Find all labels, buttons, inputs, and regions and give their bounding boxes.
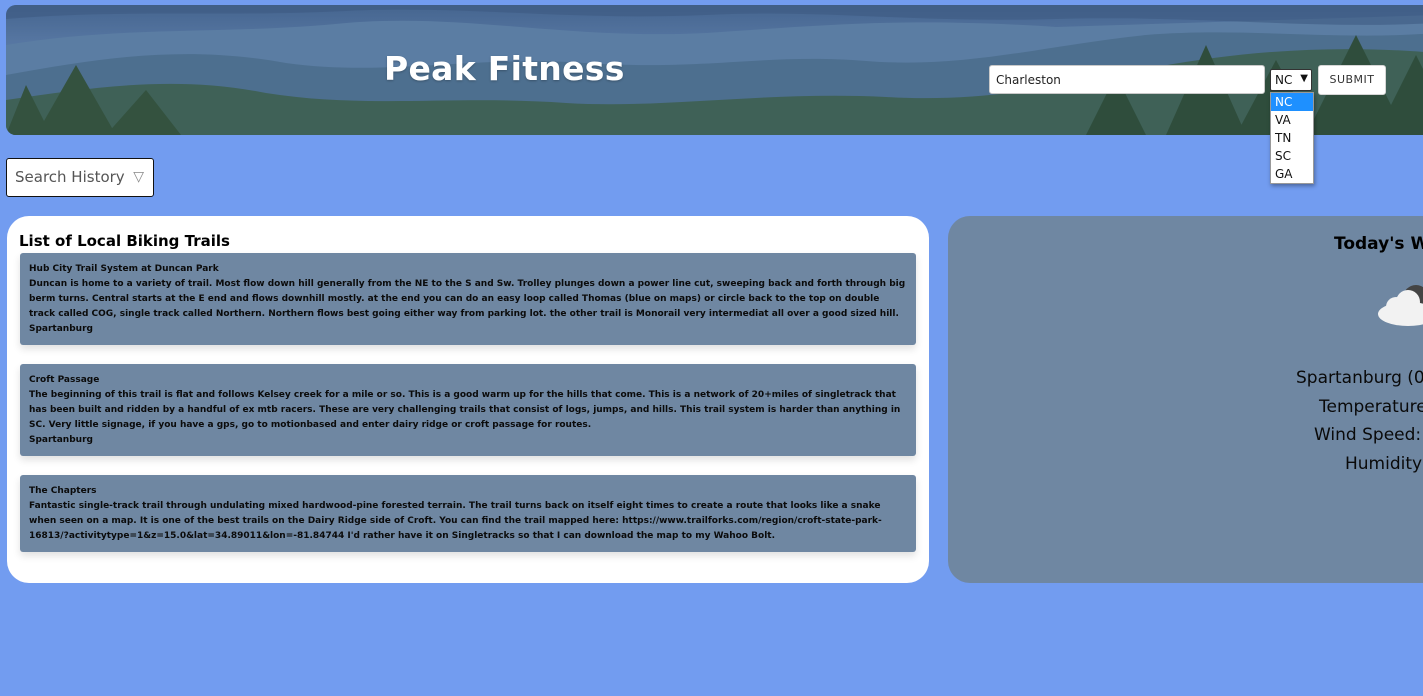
weather-title: Today's W xyxy=(1334,234,1423,254)
state-option-tn[interactable]: TN xyxy=(1271,129,1313,147)
trail-city: Spartanburg xyxy=(29,435,93,445)
trail-description: Fantastic single-track trail through und… xyxy=(29,501,882,541)
trail-description: The beginning of this trail is flat and … xyxy=(29,390,901,430)
state-option-ga[interactable]: GA xyxy=(1271,165,1313,183)
search-history-label: Search History xyxy=(15,168,125,186)
weather-humidity: Humidity xyxy=(1345,454,1423,474)
chevron-down-icon: ▼ xyxy=(1300,73,1308,84)
trail-card: Croft Passage The beginning of this trai… xyxy=(20,364,916,456)
header-banner: Peak Fitness NC ▼ SUBMIT xyxy=(6,5,1423,135)
state-option-nc[interactable]: NC xyxy=(1271,93,1313,111)
trail-name: Hub City Trail System at Duncan Park xyxy=(29,264,219,274)
cloud-icon xyxy=(1378,285,1423,326)
trails-panel: List of Local Biking Trails Hub City Tra… xyxy=(7,216,929,583)
weather-location: Spartanburg (0 xyxy=(1296,368,1423,388)
weather-wind-speed: Wind Speed: xyxy=(1314,425,1422,445)
trail-city: Spartanburg xyxy=(29,324,93,334)
weather-panel: Today's W Spartanburg (0 Temperature Win… xyxy=(948,216,1423,583)
trail-name: Croft Passage xyxy=(29,375,100,385)
state-select[interactable]: NC ▼ xyxy=(1270,69,1312,91)
trail-description: Duncan is home to a variety of trail. Mo… xyxy=(29,279,906,319)
brand-title: Peak Fitness xyxy=(384,49,625,88)
state-option-va[interactable]: VA xyxy=(1271,111,1313,129)
triangle-down-icon: ▽ xyxy=(133,169,144,185)
weather-temperature: Temperature xyxy=(1319,397,1423,417)
state-dropdown-list: NC VA TN SC GA xyxy=(1270,92,1314,184)
submit-button[interactable]: SUBMIT xyxy=(1318,65,1386,95)
state-option-sc[interactable]: SC xyxy=(1271,147,1313,165)
trail-name: The Chapters xyxy=(29,486,97,496)
city-search-input[interactable] xyxy=(989,65,1265,94)
trail-card: Hub City Trail System at Duncan Park Dun… xyxy=(20,253,916,345)
trails-title: List of Local Biking Trails xyxy=(19,232,230,250)
search-history-dropdown[interactable]: Search History ▽ xyxy=(6,158,154,197)
trail-card: The Chapters Fantastic single-track trai… xyxy=(20,475,916,552)
state-select-value: NC xyxy=(1275,73,1293,87)
